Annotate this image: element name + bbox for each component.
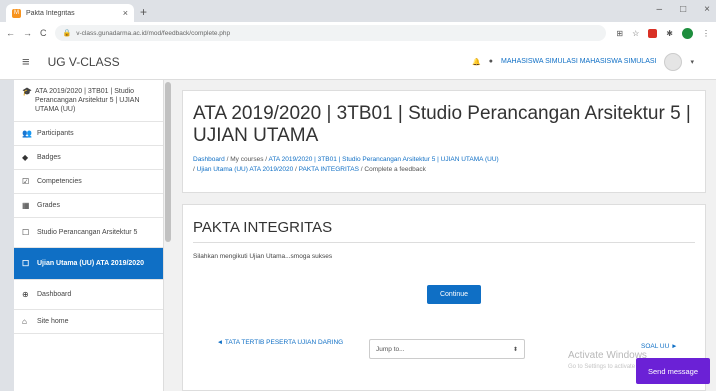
hamburger-menu-icon[interactable]: ≡ [22, 54, 30, 69]
breadcrumb-course[interactable]: ATA 2019/2020 | 3TB01 | Studio Perancang… [269, 156, 499, 163]
divider [193, 242, 695, 243]
translate-icon[interactable]: ⊞ [616, 29, 623, 38]
breadcrumb-dashboard[interactable]: Dashboard [193, 156, 225, 163]
check-square-icon: ☑ [22, 177, 30, 186]
drawer-item-studio[interactable]: ☐ Studio Perancangan Arsitektur 5 [14, 218, 163, 248]
drawer-item-label: Grades [37, 202, 60, 209]
continue-button[interactable]: Continue [427, 285, 481, 304]
browser-tabbar: M Pakta Integritas × + – □ × [0, 0, 716, 22]
users-icon: 👥 [22, 129, 32, 138]
site-brand[interactable]: UG V-CLASS [48, 55, 120, 69]
browser-nav: ← → C [6, 28, 47, 38]
drawer-item-label: ATA 2019/2020 | 3TB01 | Studio Perancang… [34, 88, 140, 113]
url-field[interactable]: 🔒 v-class.gunadarma.ac.id/mod/feedback/c… [54, 25, 607, 41]
extensions-area: ⊞ ☆ ✱ ⋮ [616, 27, 710, 39]
notification-bell-icon[interactable]: 🔔 [472, 58, 481, 66]
drawer-item-participants[interactable]: 👥 Participants [14, 122, 163, 146]
drawer-item-dashboard[interactable]: ⊕ Dashboard [14, 280, 163, 310]
drawer-item-label: Ujian Utama (UU) ATA 2019/2020 [37, 260, 144, 267]
lock-icon: 🔒 [62, 30, 72, 37]
card-title: PAKTA INTEGRITAS [193, 219, 333, 236]
maximize-button[interactable]: □ [680, 4, 686, 15]
shield-icon: ◆ [22, 153, 29, 162]
select-caret-icon: ⬍ [512, 346, 518, 353]
breadcrumb-activity[interactable]: PAKTA INTEGRITAS [299, 166, 359, 173]
main-region: ATA 2019/2020 | 3TB01 | Studio Perancang… [172, 80, 716, 391]
folder-icon: ☐ [22, 259, 30, 268]
close-tab-icon[interactable]: × [123, 8, 128, 18]
back-button[interactable]: ← [6, 28, 15, 38]
folder-icon: ☐ [22, 228, 30, 237]
drawer-item-label: Participants [37, 130, 74, 137]
table-icon: ▦ [22, 201, 30, 210]
drawer-item-label: Site home [37, 318, 69, 325]
window-controls: – □ × [657, 4, 710, 15]
jump-to-value: Jump to... [376, 345, 405, 353]
drawer-item-competencies[interactable]: ☑ Competencies [14, 170, 163, 194]
site-navbar: ≡ UG V-CLASS 🔔 ● MAHASISWA SIMULASI MAHA… [0, 44, 716, 80]
page-header: ATA 2019/2020 | 3TB01 | Studio Perancang… [182, 90, 706, 193]
card-text: Silahkan mengikuti Ujian Utama...smoga s… [193, 253, 333, 260]
breadcrumb: Dashboard / My courses / ATA 2019/2020 |… [193, 155, 695, 175]
graduation-cap-icon: 🎓 [22, 87, 32, 96]
tab-title: Pakta Integritas [26, 9, 75, 17]
url-text: v-class.gunadarma.ac.id/mod/feedback/com… [76, 29, 231, 37]
drawer-scrollbar[interactable] [164, 80, 172, 391]
send-message-button[interactable]: Send message [636, 358, 710, 384]
chevron-down-icon[interactable]: ▾ [690, 58, 694, 66]
message-icon[interactable]: ● [489, 58, 493, 65]
prev-activity-link[interactable]: ◄ TATA TERTIB PESERTA UJIAN DARING [215, 338, 345, 348]
page-title: ATA 2019/2020 | 3TB01 | Studio Perancang… [193, 103, 691, 146]
minimize-button[interactable]: – [657, 4, 663, 15]
drawer-item-grades[interactable]: ▦ Grades [14, 194, 163, 218]
home-icon: ⌂ [22, 317, 27, 326]
feedback-card: PAKTA INTEGRITAS Silahkan mengikuti Ujia… [182, 204, 706, 391]
user-area: 🔔 ● MAHASISWA SIMULASI MAHASISWA SIMULAS… [472, 52, 694, 71]
nav-drawer: 🎓 ATA 2019/2020 | 3TB01 | Studio Perancan… [14, 80, 164, 391]
forward-button[interactable]: → [23, 28, 32, 38]
avatar[interactable] [664, 52, 683, 71]
drawer-item-label: Dashboard [37, 291, 72, 298]
user-name[interactable]: MAHASISWA SIMULASI MAHASISWA SIMULASI [501, 58, 656, 65]
extension-icon[interactable] [648, 28, 658, 38]
drawer-item-label: Studio Perancangan Arsitektur 5 [37, 229, 138, 236]
drawer-item-site-home[interactable]: ⌂ Site home [14, 310, 163, 334]
scrollbar-thumb[interactable] [165, 82, 171, 242]
drawer-item-course[interactable]: 🎓 ATA 2019/2020 | 3TB01 | Studio Perancan… [14, 80, 163, 122]
favicon-icon: M [12, 8, 21, 18]
address-bar: ← → C 🔒 v-class.gunadarma.ac.id/mod/feed… [0, 22, 716, 44]
drawer-item-badges[interactable]: ◆ Badges [14, 146, 163, 170]
reload-button[interactable]: C [40, 28, 47, 38]
puzzle-icon[interactable]: ✱ [666, 29, 673, 38]
breadcrumb-courses[interactable]: My courses [230, 156, 263, 163]
browser-tab[interactable]: M Pakta Integritas × [6, 4, 134, 22]
drawer-item-ujian-utama[interactable]: ☐ Ujian Utama (UU) ATA 2019/2020 [14, 248, 163, 280]
bookmark-star-icon[interactable]: ☆ [632, 29, 639, 38]
drawer-item-label: Competencies [37, 178, 82, 185]
profile-icon[interactable] [682, 27, 693, 39]
menu-dots-icon[interactable]: ⋮ [702, 29, 710, 38]
drawer-item-label: Badges [37, 154, 61, 161]
close-window-button[interactable]: × [704, 4, 710, 15]
new-tab-button[interactable]: + [140, 5, 147, 19]
dashboard-icon: ⊕ [22, 290, 29, 299]
breadcrumb-current: Complete a feedback [364, 166, 426, 173]
jump-to-select[interactable]: Jump to... ⬍ [369, 339, 525, 359]
next-activity-link[interactable]: SOAL UU ► [641, 343, 678, 350]
breadcrumb-section[interactable]: Ujian Utama (UU) ATA 2019/2020 [197, 166, 294, 173]
